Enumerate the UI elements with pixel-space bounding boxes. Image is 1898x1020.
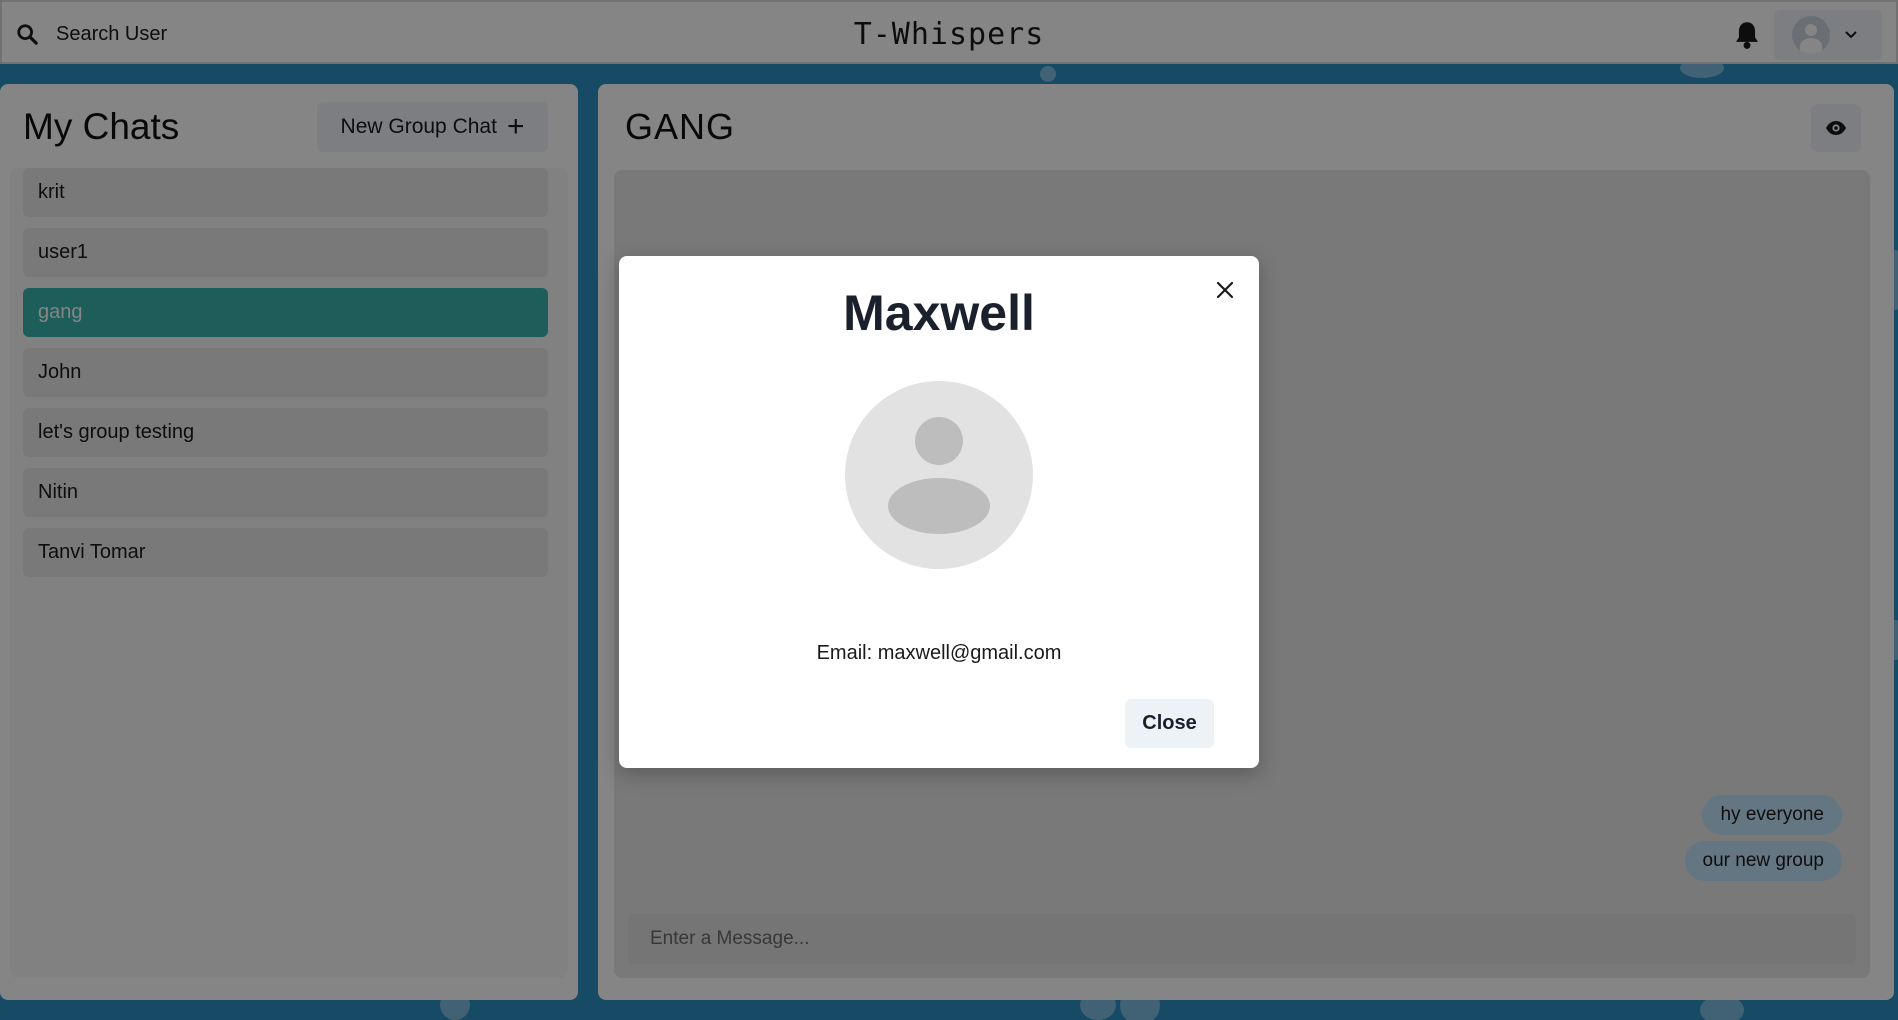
profile-email: Email: maxwell@gmail.com: [816, 642, 1062, 664]
profile-name: Maxwell: [843, 285, 1035, 341]
profile-avatar: [845, 381, 1033, 569]
close-button[interactable]: Close: [1125, 699, 1214, 748]
user-profile-modal: Maxwell Email: maxwell@gmail.com Close: [619, 256, 1259, 768]
